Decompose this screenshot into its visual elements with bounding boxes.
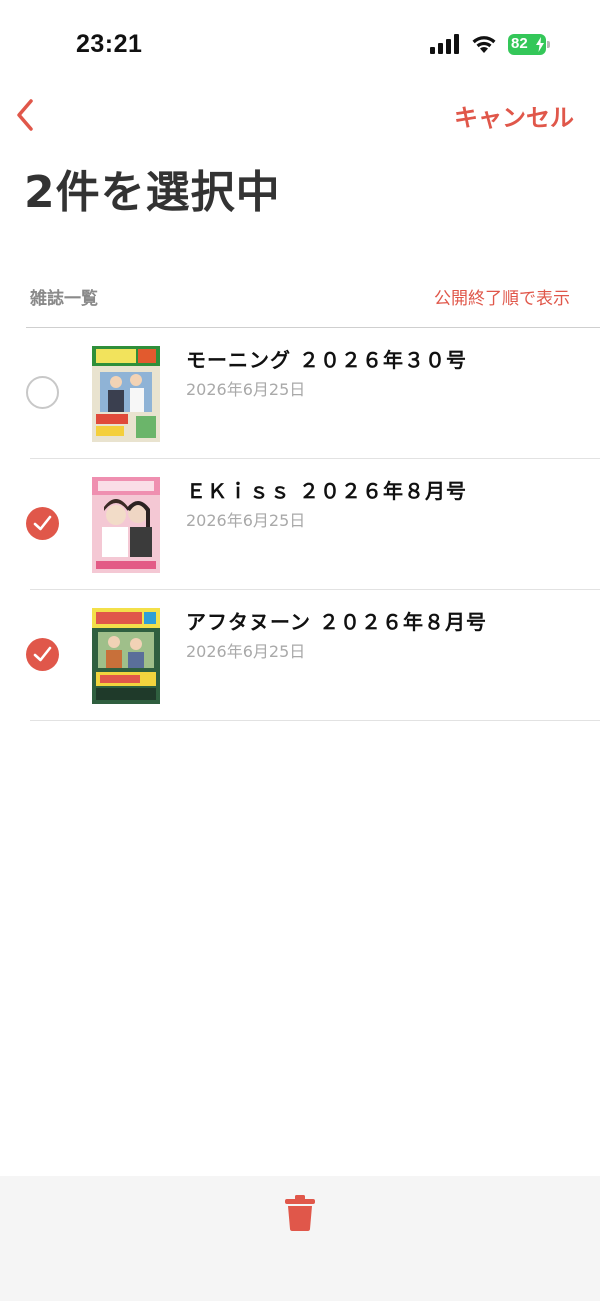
back-button[interactable] (10, 96, 40, 134)
item-date: 2026年6月25日 (186, 511, 306, 530)
battery-level: 82 (511, 35, 528, 52)
battery-tip (547, 41, 550, 48)
checkmark-icon (33, 646, 52, 662)
item-date: 2026年6月25日 (186, 380, 306, 399)
magazine-cover-image (92, 346, 160, 442)
checked-circle-icon[interactable] (26, 507, 59, 540)
cellular-signal-icon (430, 34, 459, 54)
magazine-cover-image (92, 477, 160, 573)
trash-icon[interactable] (284, 1194, 316, 1232)
page-title: 2件を選択中 (24, 167, 281, 218)
magazine-cover-image (92, 608, 160, 704)
list-item[interactable]: アフタヌーン ２０２６年８月号 2026年6月25日 (0, 590, 600, 721)
status-bar: 23:21 82 (0, 0, 600, 90)
checked-circle-icon[interactable] (26, 638, 59, 671)
battery-icon: 82 (508, 34, 550, 55)
magazine-list: モーニング ２０２６年３０号 2026年6月25日 ＥＫｉｓｓ ２０２６年８月号… (0, 328, 600, 721)
list-item[interactable]: モーニング ２０２６年３０号 2026年6月25日 (0, 328, 600, 459)
section-label: 雑誌一覧 (30, 289, 98, 309)
list-item[interactable]: ＥＫｉｓｓ ２０２６年８月号 2026年6月25日 (0, 459, 600, 590)
item-title: ＥＫｉｓｓ ２０２６年８月号 (186, 479, 467, 503)
unchecked-circle-icon[interactable] (26, 376, 59, 409)
divider (30, 720, 600, 721)
checkmark-icon (33, 515, 52, 531)
item-title: アフタヌーン ２０２６年８月号 (186, 610, 487, 634)
wifi-icon (472, 36, 496, 53)
bottom-toolbar (0, 1176, 600, 1301)
sort-order-link[interactable]: 公開終了順で表示 (434, 284, 570, 309)
chevron-left-icon (17, 99, 33, 131)
cancel-button[interactable]: キャンセル (454, 98, 574, 133)
item-date: 2026年6月25日 (186, 642, 306, 661)
charging-bolt-icon (536, 37, 544, 52)
status-time: 23:21 (76, 30, 143, 58)
item-title: モーニング ２０２６年３０号 (186, 348, 467, 372)
section-header: 雑誌一覧 公開終了順で表示 (30, 282, 570, 310)
